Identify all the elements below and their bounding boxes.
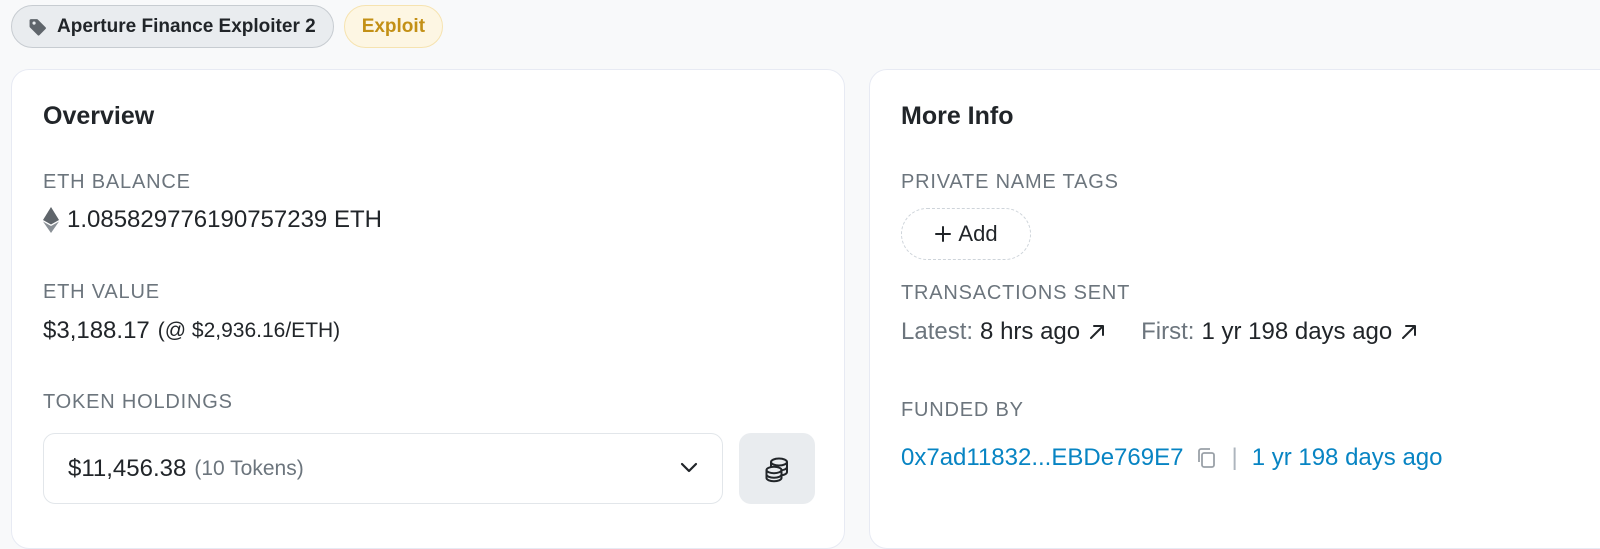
token-holdings-count: (10 Tokens) <box>194 456 304 480</box>
private-name-tags-label: PRIVATE NAME TAGS <box>901 171 1119 193</box>
chevron-down-icon <box>680 462 698 473</box>
eth-balance-value: 1.085829776190757239 ETH <box>67 206 382 233</box>
transactions-sent-label: TRANSACTIONS SENT <box>901 282 1131 304</box>
latest-value: 8 hrs ago <box>980 318 1081 345</box>
copy-icon[interactable] <box>1195 446 1217 470</box>
token-holdings-button[interactable] <box>739 433 815 504</box>
arrow-up-right-icon[interactable] <box>1399 322 1419 342</box>
funded-age-link[interactable]: 1 yr 198 days ago <box>1252 444 1443 472</box>
latest-label: Latest: <box>901 318 974 345</box>
eth-balance-value-row: 1.085829776190757239 ETH <box>43 206 382 234</box>
overview-card: Overview ETH BALANCE 1.08582977619075723… <box>11 69 845 549</box>
ethereum-icon <box>43 207 59 233</box>
funded-by-row: 0x7ad11832...EBDe769E7 | 1 yr 198 days a… <box>901 444 1442 472</box>
name-tag[interactable]: Aperture Finance Exploiter 2 <box>11 5 334 48</box>
coins-icon <box>765 457 788 482</box>
more-info-title: More Info <box>901 102 1014 130</box>
token-holdings-dropdown[interactable]: $11,456.38 (10 Tokens) <box>43 433 723 504</box>
eth-value-row: $3,188.17 (@ $2,936.16/ETH) <box>43 317 340 345</box>
eth-value-label: ETH VALUE <box>43 281 160 303</box>
more-info-card: More Info PRIVATE NAME TAGS Add TRANSACT… <box>869 69 1600 549</box>
transactions-sent-row: Latest: 8 hrs ago First: 1 yr 198 days a… <box>901 318 1419 346</box>
tag-icon <box>29 18 46 36</box>
address-tags: Aperture Finance Exploiter 2 Exploit <box>11 5 444 50</box>
token-holdings-label: TOKEN HOLDINGS <box>43 391 233 413</box>
first-label: First: <box>1141 318 1195 345</box>
exploit-badge[interactable]: Exploit <box>343 5 444 48</box>
plus-icon <box>935 226 952 242</box>
token-holdings-value: $11,456.38 <box>68 454 187 482</box>
add-label: Add <box>958 221 998 246</box>
eth-value: $3,188.17 <box>43 317 150 344</box>
separator: | <box>1231 444 1238 471</box>
eth-balance-label: ETH BALANCE <box>43 171 191 193</box>
exploit-badge-label: Exploit <box>361 15 426 37</box>
name-tag-label: Aperture Finance Exploiter 2 <box>57 15 316 37</box>
first-value: 1 yr 198 days ago <box>1201 318 1393 345</box>
funded-by-address-link[interactable]: 0x7ad11832...EBDe769E7 <box>901 444 1183 472</box>
funded-by-label: FUNDED BY <box>901 399 1024 421</box>
arrow-up-right-icon[interactable] <box>1087 322 1107 342</box>
add-private-tag-button[interactable]: Add <box>901 208 1031 260</box>
overview-title: Overview <box>43 102 155 130</box>
eth-price: (@ $2,936.16/ETH) <box>157 319 341 342</box>
